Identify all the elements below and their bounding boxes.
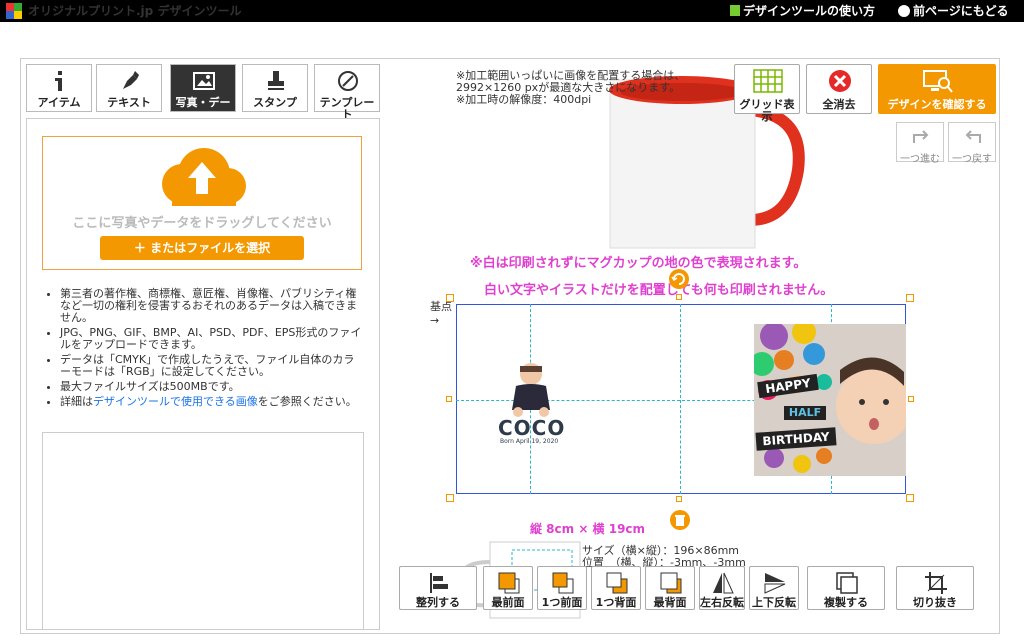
note-item: JPG、PNG、GIF、BMP、AI、PSD、PDF、EPS形式のファイルをアッ… [60,327,364,351]
grid-label: グリッド表示 [739,98,795,123]
uploaded-image-list[interactable] [42,432,364,630]
image-icon [193,72,215,90]
half-text: HALF [784,406,826,420]
app-title: オリジナルプリント.jp デザインツール [28,4,242,18]
undo-icon [965,130,981,143]
bring-forward-icon [552,572,574,594]
drop-text: ここに写真やデータをドラッグしてください [72,216,332,231]
redo-button[interactable]: 一つ進む [896,122,944,165]
duplicate-button[interactable]: 複製する [807,566,885,610]
trash-icon[interactable] [669,509,691,531]
arrow-right-icon: → [430,314,440,327]
cloud-upload-icon [162,148,246,206]
redo-label: 一つ進む [900,154,940,165]
duplicate-icon [836,572,858,594]
resize-handle[interactable] [906,494,914,502]
clear-all-button[interactable]: 全消去 [806,64,872,114]
resize-handle[interactable] [676,496,682,502]
tab-template[interactable]: テンプレート [314,64,380,121]
stamp-icon [268,71,284,90]
white-print-warning: 白い文字やイラストだけを配置しても何も印刷されません。 [484,283,834,298]
flip-horizontal-icon [713,572,734,594]
tab-photo[interactable]: 写真・デー [170,64,236,112]
upload-notes: 第三者の著作権、商標権、意匠権、肖像権、パブリシティ権など一切の権利を侵害するお… [44,288,364,411]
grid-icon [753,69,783,93]
tab-label: アイテム [37,96,81,109]
tab-label: 写真・デー [175,96,231,109]
baby-sticker-image [512,363,550,417]
send-back-icon [660,572,682,594]
help-link[interactable]: デザインツールの使い方 [730,2,875,19]
tab-label: スタンプ [253,96,297,109]
align-icon [430,573,448,593]
bring-forward-button[interactable]: 1つ前面 [537,566,587,610]
usable-images-link[interactable]: デザインツールで使用できる画像 [93,395,258,408]
note-item: 詳細はデザインツールで使用できる画像をご参照ください。 [60,396,364,408]
align-button[interactable]: 整列する [399,566,477,610]
tab-text[interactable]: テキスト [96,64,162,112]
resize-handle[interactable] [446,294,454,302]
flip-vertical-icon [764,573,786,594]
tab-item[interactable]: アイテム [26,64,92,112]
confirm-label: デザインを確認する [887,98,987,111]
print-size-label: 縦 8cm × 横 19cm [530,522,646,536]
template-icon [338,71,358,91]
bring-front-icon [498,572,520,594]
select-file-button[interactable]: ＋ またはファイルを選択 [100,236,304,260]
redo-icon [913,130,929,143]
resize-handle[interactable] [446,396,452,402]
note-item: 第三者の著作権、商標権、意匠権、肖像権、パブリシティ権など一切の権利を侵害するお… [60,288,364,324]
undo-button[interactable]: 一つ戻す [948,122,996,165]
info-icon [55,71,62,91]
clear-label: 全消去 [822,98,856,111]
book-icon [730,5,740,16]
send-backward-icon [606,572,628,594]
crop-icon [925,572,947,594]
resize-handle[interactable] [446,494,454,502]
pen-icon [123,71,139,89]
grid-button[interactable]: グリッド表示 [734,64,800,123]
tab-stamp[interactable]: スタンプ [242,64,308,112]
resize-handle[interactable] [906,294,914,302]
back-circle-icon [898,5,910,17]
monitor-search-icon [923,70,953,93]
tab-label: テキスト [107,96,151,109]
back-link[interactable]: 前ページにもどる [898,2,1009,19]
undo-label: 一つ戻す [952,154,992,165]
bring-front-button[interactable]: 最前面 [483,566,533,610]
resize-handle[interactable] [676,294,682,300]
baseline-label: 基点 → [430,300,452,327]
close-circle-icon [829,70,851,92]
coco-subtitle: Born April 19, 2020 [500,438,559,445]
white-print-warning: ※白は印刷されずにマグカップの地の色で表現されます。 [470,256,807,271]
coco-title: COCO [498,416,566,440]
crop-button[interactable]: 切り抜き [896,566,974,610]
flip-vertical-button[interactable]: 上下反転 [749,566,799,610]
send-backward-button[interactable]: 1つ背面 [591,566,641,610]
logo-icon [6,3,22,19]
birthday-collage-image [754,324,906,476]
flip-horizontal-button[interactable]: 左右反転 [699,566,745,610]
confirm-design-button[interactable]: デザインを確認する [878,64,996,114]
info-text: ※加工範囲いっぱいに画像を配置する場合は、 2992×1260 pxが最適な大き… [456,69,686,106]
guide-line [680,304,681,494]
note-item: データは「CMYK」で作成したうえで、ファイル自体のカラーモードは「RGB」に設… [60,354,364,378]
send-back-button[interactable]: 最背面 [645,566,695,610]
note-item: 最大ファイルサイズは500MBです。 [60,381,364,393]
rotate-handle-icon[interactable] [668,268,690,290]
resize-handle[interactable] [908,396,914,402]
